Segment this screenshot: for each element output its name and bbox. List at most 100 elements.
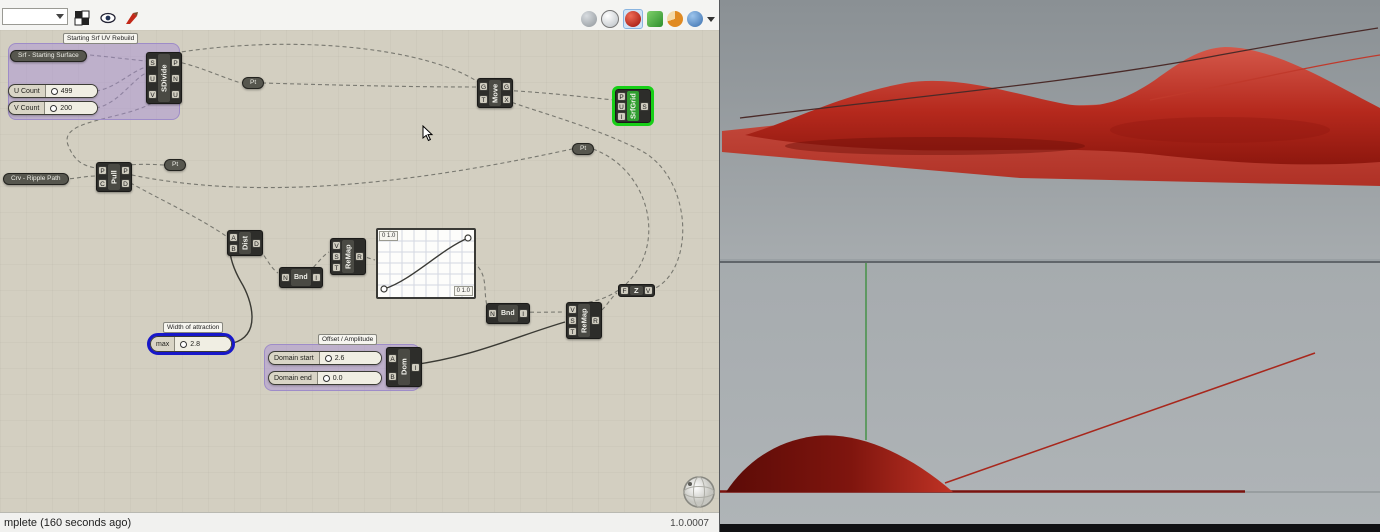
output-port[interactable]: S [640,101,649,111]
slider-track[interactable]: 2.6 [319,352,381,364]
component-label: Dist [239,232,251,254]
input-port[interactable]: P [617,91,626,101]
dom-component[interactable]: A B Dom I [386,347,422,387]
checker-grid-icon[interactable] [74,10,90,26]
tag-width-of-attraction[interactable]: Width of attraction [163,322,224,333]
viewport-front[interactable] [720,261,1380,526]
input-port[interactable]: B [229,244,238,253]
output-port[interactable]: U [171,89,180,99]
output-port[interactable]: I [411,362,420,372]
slider-label: max [151,337,176,351]
remap-component[interactable]: V S T ReMap R [330,238,366,275]
viewport-perspective[interactable] [720,0,1380,259]
mouse-cursor [422,125,434,142]
canvas-view-dropdown[interactable] [2,8,68,25]
input-port[interactable]: F [620,286,629,295]
input-port[interactable]: U [617,101,626,111]
slider-track[interactable]: 0.0 [317,372,381,384]
param-srf-starting-surface[interactable]: Srf - Starting Surface [10,50,87,62]
paint-brush-icon[interactable] [124,10,140,26]
input-port[interactable]: C [98,179,107,188]
input-port[interactable]: B [388,371,397,381]
input-port[interactable]: S [148,57,157,67]
preview-wireframe-icon[interactable] [601,10,619,28]
output-port[interactable]: R [355,252,364,261]
slider-track[interactable]: 200 [45,102,97,114]
input-port[interactable]: N [488,309,497,318]
output-port[interactable]: R [591,316,600,325]
unit-z-component[interactable]: F Z V [618,284,655,297]
preview-custom-icon[interactable] [647,11,663,27]
output-port[interactable]: P [171,57,180,67]
group-label[interactable]: Offset / Amplitude [318,334,378,345]
display-menu-chevron-icon[interactable] [707,16,715,22]
preview-eye-icon[interactable] [100,10,116,26]
navigation-compass[interactable] [681,474,717,510]
pull-component[interactable]: P C Pull P D [96,162,132,192]
sdivide-component[interactable]: S U V SDivide P N U [146,52,182,104]
output-port[interactable]: X [502,95,511,104]
input-port[interactable]: I [617,111,626,121]
preview-off-icon[interactable] [581,11,597,27]
dist-component[interactable]: A B Dist D [227,230,263,256]
input-port[interactable]: T [332,263,341,272]
srfgrid-component-selected[interactable]: P U I SrfGrid S [612,86,654,126]
max-slider-selected[interactable]: max 2.8 [147,333,235,355]
output-port[interactable]: I [518,309,528,318]
graph-domain-tag: 0 1.0 [379,231,399,241]
move-component[interactable]: G T Move G X [477,78,513,108]
param-pt[interactable]: Pt [242,77,265,89]
remote-control-icon[interactable] [687,11,703,27]
slider-value: 2.8 [190,340,200,348]
output-port[interactable]: D [121,179,130,188]
param-pt[interactable]: Pt [572,143,595,155]
param-crv-ripple-path[interactable]: Crv - Ripple Path [3,173,69,185]
slider-knob[interactable] [50,104,58,112]
output-port[interactable]: D [252,238,261,248]
input-port[interactable]: V [568,305,577,314]
input-port[interactable]: T [568,327,577,336]
domain-start-slider[interactable]: Domain start 2.6 [268,351,382,365]
output-port[interactable]: I [311,273,321,282]
preview-shaded-selected[interactable] [623,9,643,29]
output-port[interactable]: V [643,286,653,295]
output-port[interactable]: G [502,82,511,91]
input-port[interactable]: A [229,233,238,242]
input-port[interactable]: V [332,241,341,250]
rhino-viewports [720,0,1380,532]
slider-knob[interactable] [324,354,332,362]
u-count-slider[interactable]: U Count 499 [8,84,98,98]
grasshopper-editor: Starting Srf UV Rebuild Srf - Starting S… [0,0,720,532]
input-port[interactable]: P [98,166,107,175]
profiler-icon[interactable] [667,11,683,27]
v-count-slider[interactable]: V Count 200 [8,101,98,115]
input-port[interactable]: A [388,353,397,363]
domain-end-slider[interactable]: Domain end 0.0 [268,371,382,385]
grasshopper-canvas[interactable]: Starting Srf UV Rebuild Srf - Starting S… [0,30,719,512]
output-port[interactable]: P [121,166,130,175]
slider-track[interactable]: 2.8 [175,337,231,351]
slider-knob[interactable] [180,340,188,348]
component-label: SDivide [158,54,170,102]
slider-value: 200 [60,104,72,112]
input-port[interactable]: V [148,89,157,99]
param-pt[interactable]: Pt [164,159,187,171]
input-port[interactable]: N [281,273,290,282]
bounds-component[interactable]: N Bnd I [279,267,323,288]
input-port[interactable]: S [332,252,341,261]
input-port[interactable]: G [479,82,488,91]
slider-label: Domain start [269,352,320,364]
slider-knob[interactable] [322,374,330,382]
output-port[interactable]: N [171,73,180,83]
input-port[interactable]: U [148,73,157,83]
graph-mapper[interactable]: 0 1.0 0 1.0 [376,228,476,299]
slider-knob[interactable] [50,87,58,95]
surface-shadow [1110,117,1330,143]
remap-component[interactable]: V S T ReMap R [566,302,602,339]
slider-track[interactable]: 499 [45,85,97,97]
input-port[interactable]: T [479,95,488,104]
bounds-component[interactable]: N Bnd I [486,303,530,324]
input-port[interactable]: S [568,316,577,325]
group-label[interactable]: Starting Srf UV Rebuild [63,33,139,44]
zoom-factor-text: 1.0.0007 [670,517,709,529]
